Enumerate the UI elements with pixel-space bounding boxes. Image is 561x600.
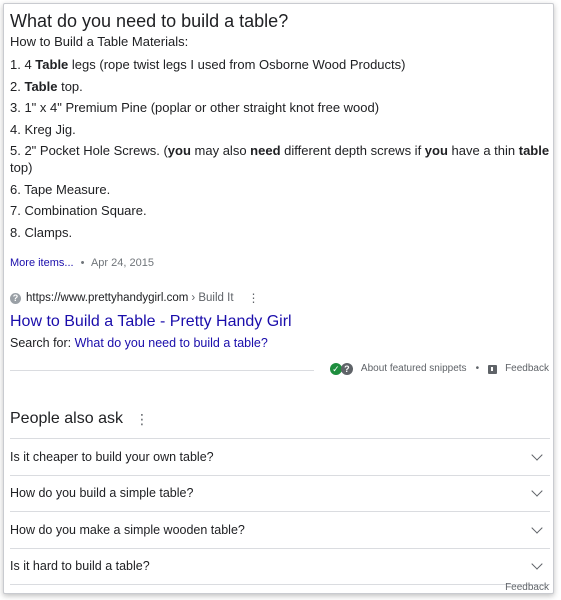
text-segment: top. <box>57 78 83 94</box>
search-for-row: Search for: What do you need to build a … <box>10 335 268 351</box>
text-segment: 8. Clamps. <box>10 224 73 240</box>
paa-question-text: Is it cheaper to build your own table? <box>10 449 214 464</box>
bullet-separator: • <box>80 257 85 269</box>
feedback-link[interactable]: Feedback <box>505 362 549 376</box>
info-icon: ? <box>10 292 21 304</box>
more-items-link[interactable]: More items... <box>10 257 74 269</box>
snippet-subheading: How to Build a Table Materials: <box>10 34 189 49</box>
bullet-separator: • <box>475 363 480 374</box>
breadcrumb: › Build It <box>191 292 234 304</box>
featured-snippet-footer: ✓ ? About featured snippets • Feedback <box>329 362 549 376</box>
source-url-row: ? https://www.prettyhandygirl.com › Buil… <box>10 290 260 306</box>
bold-text: Table <box>24 78 58 94</box>
result-title-link[interactable]: How to Build a Table - Pretty Handy Girl <box>10 312 292 332</box>
feedback-icon <box>488 364 498 374</box>
feedback-link[interactable]: Feedback <box>505 582 549 593</box>
bold-text: Table <box>35 57 69 72</box>
paa-title: People also ask <box>10 410 123 427</box>
list-item: 7. Combination Square. <box>10 202 550 219</box>
chevron-down-icon <box>531 485 543 497</box>
chevron-down-icon <box>531 522 543 534</box>
snippet-question: What do you need to build a table? <box>10 11 289 31</box>
chevron-down-icon <box>531 449 543 461</box>
list-item: 6. Tape Measure. <box>10 181 550 198</box>
bold-text: table <box>518 143 550 158</box>
bold-text: need <box>250 143 281 158</box>
kebab-menu-icon[interactable]: ⋮ <box>248 290 260 306</box>
paa-question-text: How do you make a simple wooden table? <box>10 522 245 537</box>
paa-question-text: How do you build a simple table? <box>10 486 194 501</box>
text-segment: 7. Combination Square. <box>10 203 147 218</box>
bold-text: you <box>167 143 191 158</box>
text-segment: 2. <box>10 78 25 94</box>
paa-question-row[interactable]: Is it cheaper to build your own table? <box>10 438 550 475</box>
text-segment: have a thin <box>447 143 519 158</box>
search-for-link[interactable]: What do you need to build a table? <box>75 336 268 350</box>
paa-list: Is it cheaper to build your own table? Ho… <box>10 438 550 585</box>
source-url[interactable]: https://www.prettyhandygirl.com <box>26 290 188 306</box>
text-segment: legs (rope twist legs I used from Osborn… <box>68 57 406 72</box>
list-item: 4. Kreg Jig. <box>10 121 550 138</box>
paa-question-text: Is it hard to build a table? <box>10 559 150 574</box>
text-segment: 1. 4 <box>10 57 36 72</box>
paa-question-row[interactable]: Is it hard to build a table? <box>10 547 550 585</box>
search-result-card: What do you need to build a table? How t… <box>3 3 554 594</box>
text-segment: 3. 1" x 4" Premium Pine (poplar or other… <box>10 100 380 115</box>
text-segment: may also <box>190 143 251 158</box>
paa-question-row[interactable]: How do you build a simple table? <box>10 474 550 512</box>
list-item: 1. 4 Table legs (rope twist legs I used … <box>10 56 550 73</box>
snippet-date: Apr 24, 2015 <box>90 257 154 269</box>
list-item: 3. 1" x 4" Premium Pine (poplar or other… <box>10 99 550 116</box>
more-items-row: More items... • Apr 24, 2015 <box>10 256 154 270</box>
text-segment: 5. 2" Pocket Hole Screws. ( <box>10 143 168 158</box>
list-item: 2. Table top. <box>10 78 550 95</box>
kebab-menu-icon[interactable]: ⋮ <box>135 409 149 429</box>
text-segment: different depth screws if <box>280 143 425 158</box>
paa-question-row[interactable]: How do you make a simple wooden table? <box>10 511 550 548</box>
text-segment: top) <box>10 160 33 175</box>
materials-list: 1. 4 Table legs (rope twist legs I used … <box>10 56 550 245</box>
divider <box>10 370 314 371</box>
text-segment: 4. Kreg Jig. <box>10 121 76 137</box>
help-icon[interactable]: ? <box>340 363 353 375</box>
bold-text: you <box>424 143 448 158</box>
people-also-ask-heading: People also ask ⋮ <box>10 409 149 429</box>
search-for-label: Search for: <box>10 336 75 350</box>
list-item: 8. Clamps. <box>10 224 550 241</box>
text-segment: 6. Tape Measure. <box>10 181 111 197</box>
about-featured-snippets-link[interactable]: About featured snippets <box>361 362 467 376</box>
list-item: 5. 2" Pocket Hole Screws. (you may also … <box>10 142 550 176</box>
chevron-down-icon <box>531 558 543 570</box>
